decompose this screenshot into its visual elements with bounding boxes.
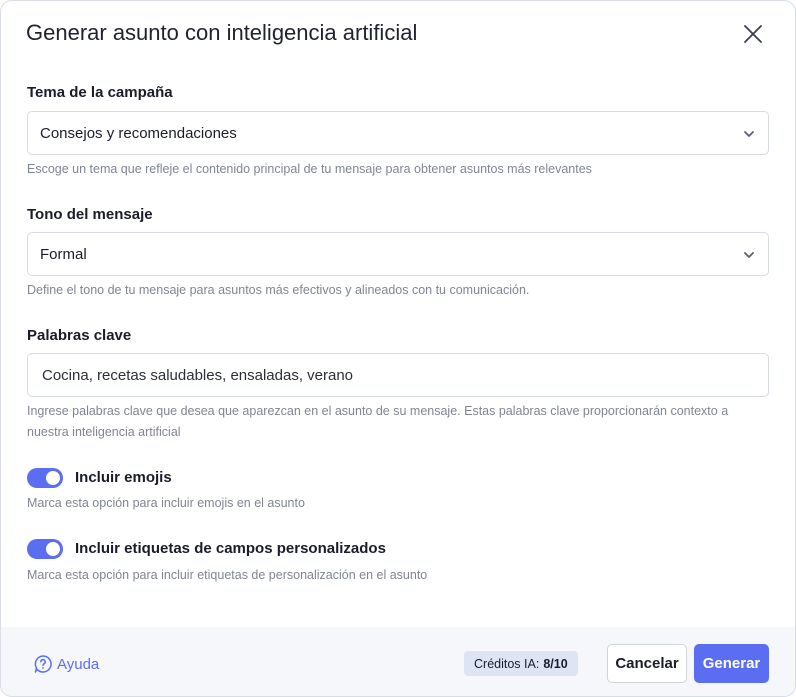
close-button[interactable] <box>741 22 765 46</box>
toggle-knob <box>46 471 60 485</box>
generate-button[interactable]: Generar <box>694 644 769 683</box>
tone-label: Tono del mensaje <box>27 206 153 223</box>
ai-subject-dialog: Generar asunto con inteligencia artifici… <box>0 0 796 697</box>
dialog-footer: Ayuda Créditos IA: 8/10 Cancelar Generar <box>1 627 795 696</box>
chevron-down-icon <box>744 131 754 137</box>
credits-badge: Créditos IA: 8/10 <box>464 651 578 676</box>
custom-fields-help: Marca esta opción para incluir etiquetas… <box>27 568 428 582</box>
tone-select[interactable]: Formal <box>27 232 769 276</box>
keywords-help-line1: Ingrese palabras clave que desea que apa… <box>27 404 729 418</box>
tone-select-value: Formal <box>40 245 87 263</box>
tone-help: Define el tono de tu mensaje para asunto… <box>27 283 530 297</box>
cancel-button[interactable]: Cancelar <box>607 644 687 683</box>
keywords-input[interactable]: Cocina, recetas saludables, ensaladas, v… <box>27 353 769 397</box>
toggle-knob <box>46 542 60 556</box>
credits-label: Créditos IA: <box>474 656 540 671</box>
chevron-down-icon <box>744 252 754 258</box>
topic-help: Escoge un tema que refleje el contenido … <box>27 162 592 176</box>
emojis-toggle[interactable] <box>27 468 63 488</box>
dialog-title: Generar asunto con inteligencia artifici… <box>26 20 418 45</box>
topic-select-value: Consejos y recomendaciones <box>40 124 237 142</box>
custom-fields-toggle[interactable] <box>27 539 63 559</box>
help-link-label: Ayuda <box>57 655 100 673</box>
emojis-toggle-label: Incluir emojis <box>75 469 172 486</box>
topic-label: Tema de la campaña <box>27 84 173 101</box>
help-link[interactable]: Ayuda <box>33 654 99 674</box>
topic-select[interactable]: Consejos y recomendaciones <box>27 111 769 155</box>
emojis-help: Marca esta opción para incluir emojis en… <box>27 496 305 510</box>
close-icon <box>744 25 762 43</box>
keywords-label: Palabras clave <box>27 327 132 344</box>
keywords-help-line2: nuestra inteligencia artificial <box>27 425 181 439</box>
custom-fields-toggle-label: Incluir etiquetas de campos personalizad… <box>75 540 386 557</box>
credits-value: 8/10 <box>543 656 568 671</box>
help-chat-icon <box>34 655 52 673</box>
